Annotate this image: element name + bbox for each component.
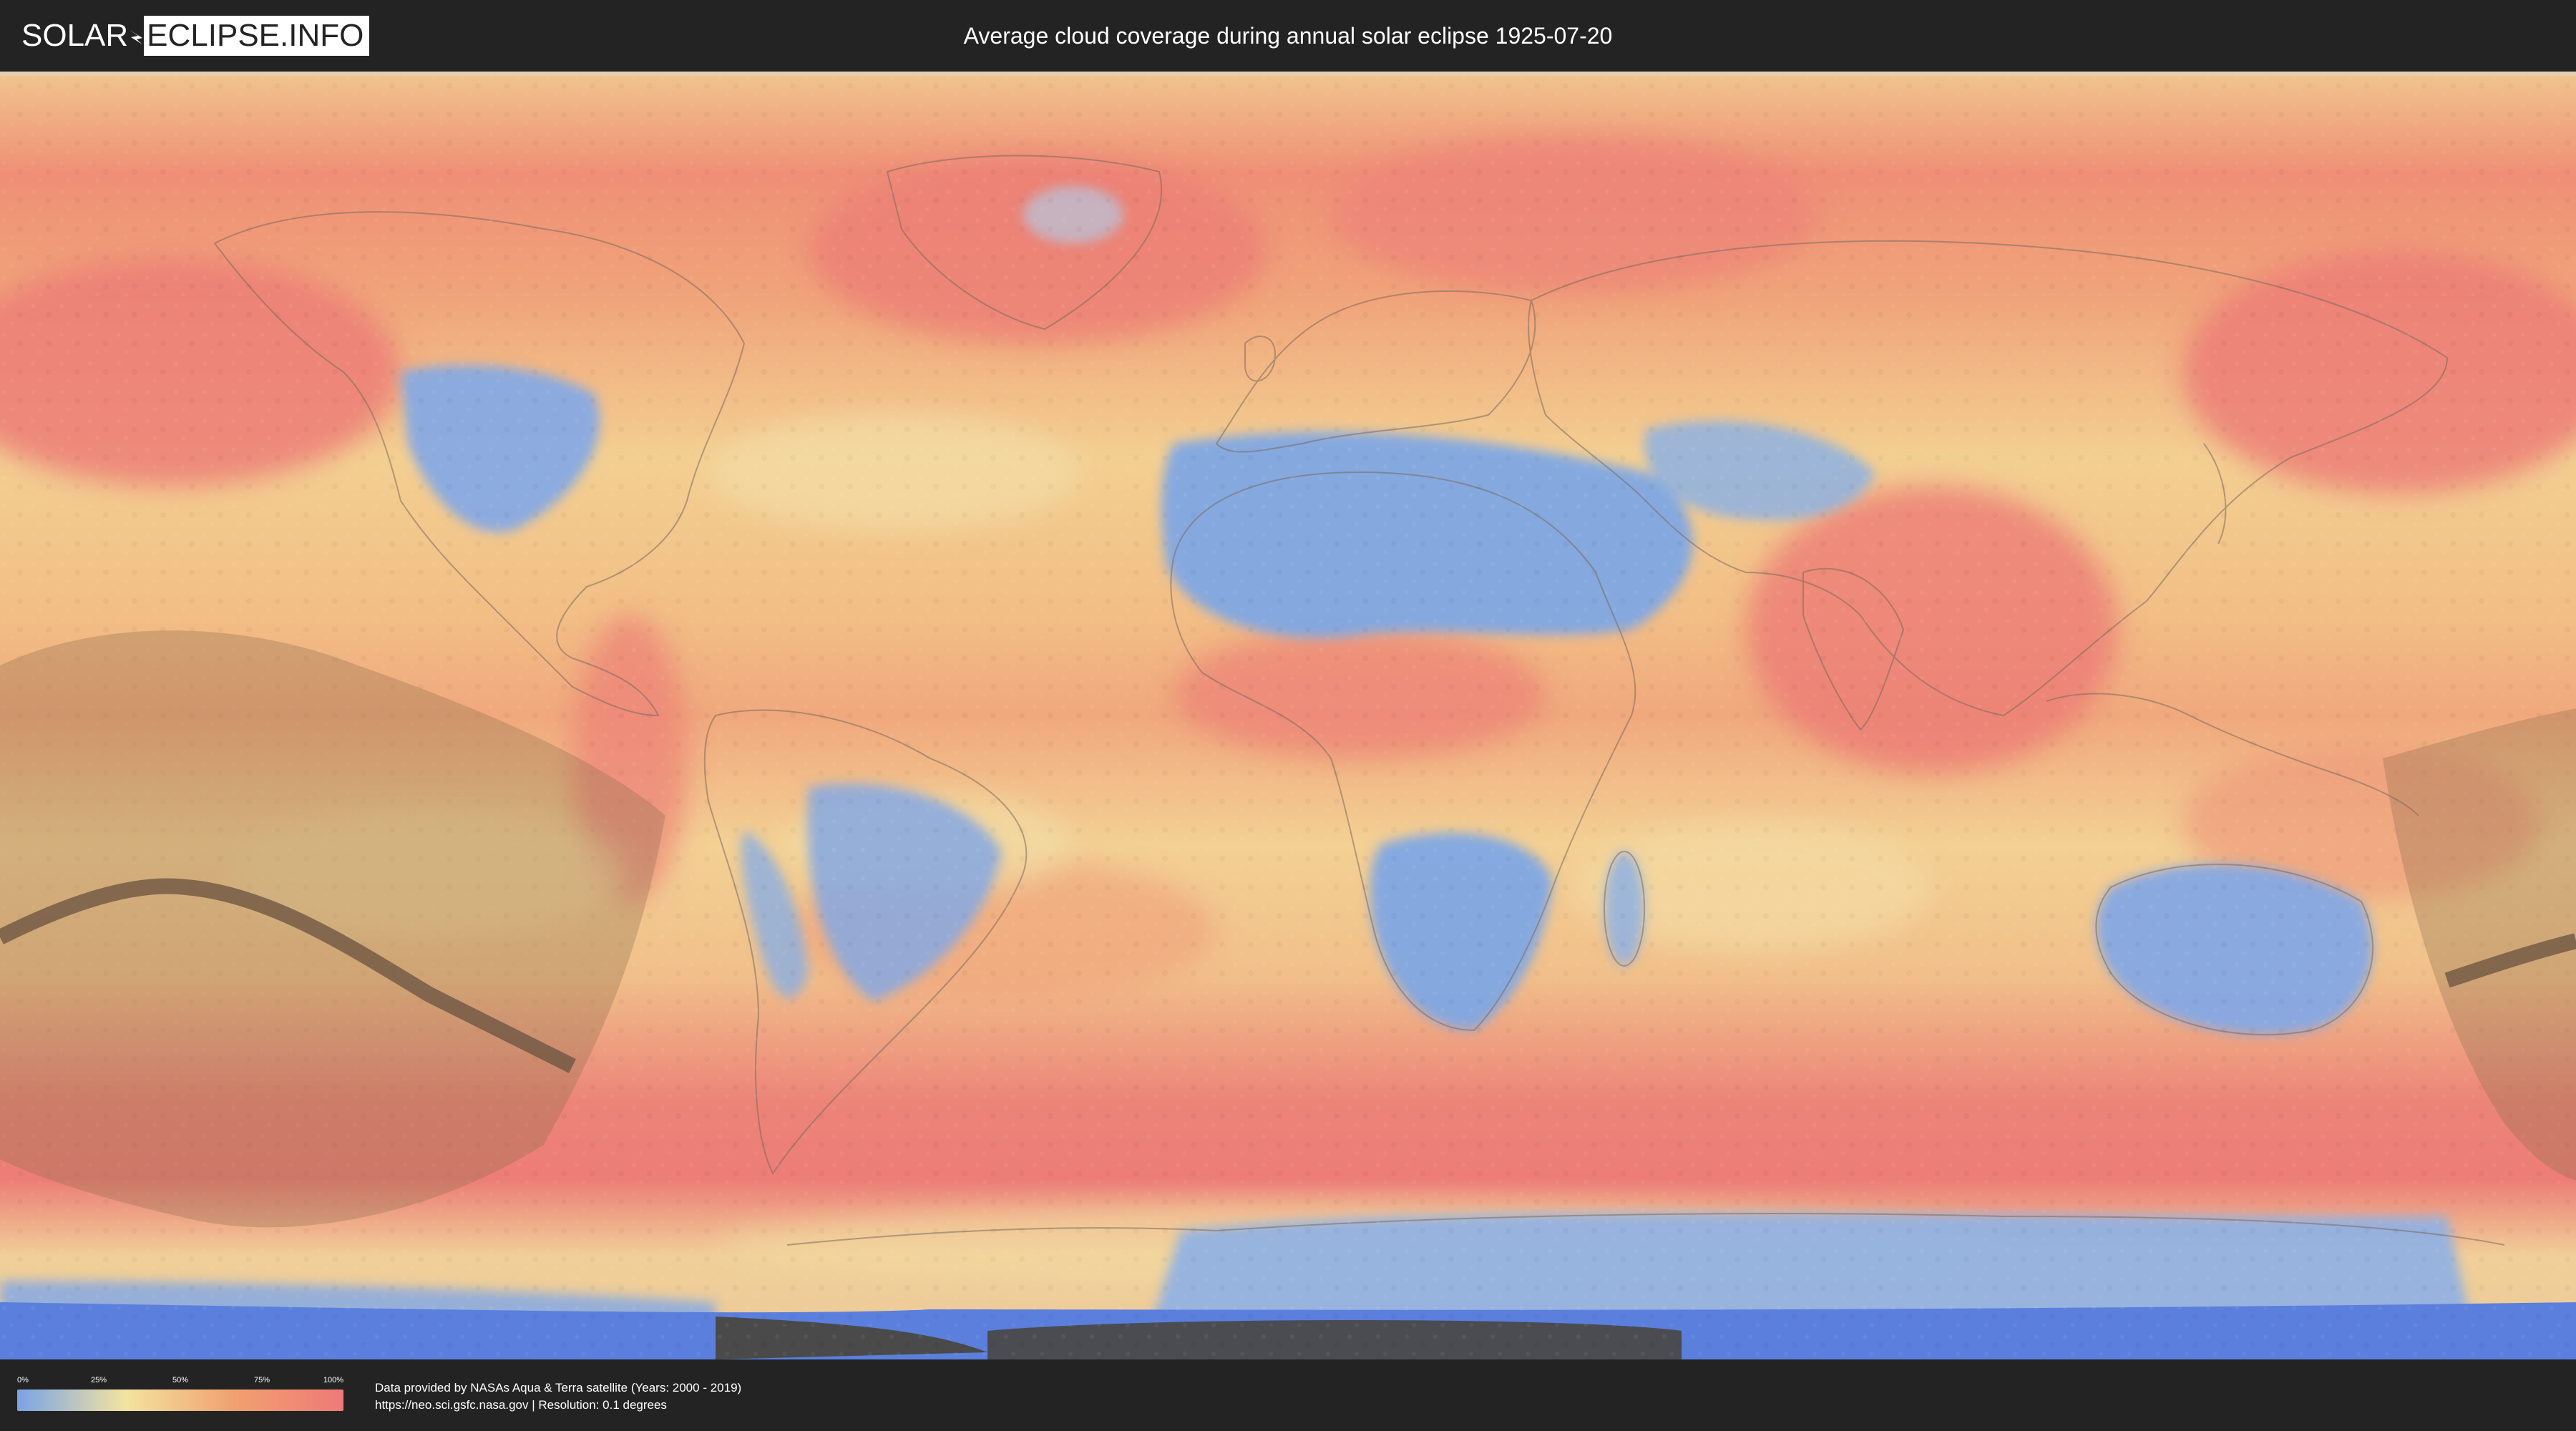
cloud-coverage-legend: 0% 25% 50% 75% 100% <box>17 1375 343 1415</box>
source-line: https://neo.sci.gsfc.nasa.gov | Resoluti… <box>375 1398 667 1412</box>
footer-bar: 0% 25% 50% 75% 100% Data provided by NAS… <box>0 1359 2576 1431</box>
page: SOLAR ECLIPSE.INFO Average cloud coverag… <box>0 0 2576 1431</box>
map-top-edge <box>0 72 2576 76</box>
header-bar: SOLAR ECLIPSE.INFO Average cloud coverag… <box>0 0 2576 72</box>
legend-tick-100: 100% <box>323 1376 343 1384</box>
legend-tick-75: 75% <box>253 1376 270 1384</box>
page-title: Average cloud coverage during annual sol… <box>963 23 1613 49</box>
legend-ticks: 0% 25% 50% 75% 100% <box>17 1375 343 1390</box>
legend-tick-0: 0% <box>17 1376 29 1384</box>
legend-tick-25: 25% <box>90 1376 107 1384</box>
legend-tick-50: 50% <box>172 1376 189 1384</box>
legend-color-bar <box>17 1390 343 1411</box>
cloud-coverage-map[interactable] <box>0 72 2576 1359</box>
credit-line: Data provided by NASAs Aqua & Terra sate… <box>375 1381 742 1395</box>
data-credits: Data provided by NASAs Aqua & Terra sate… <box>375 1379 741 1414</box>
map-canvas <box>0 72 2576 1359</box>
